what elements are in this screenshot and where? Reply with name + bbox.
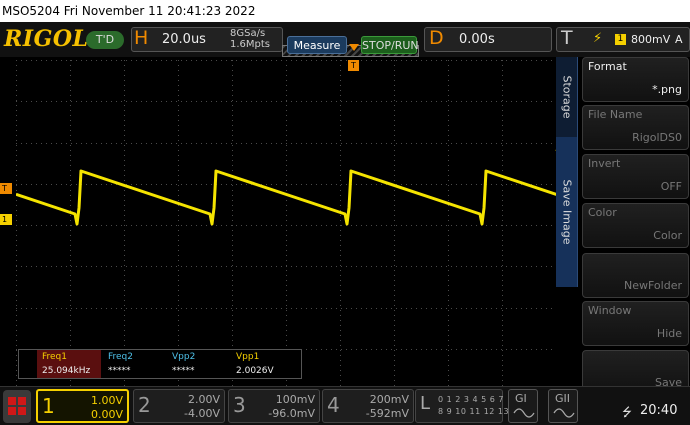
sample-rate: 8GSa/s [230,28,266,39]
clock: 20:40 [640,403,678,418]
tab-storage[interactable]: Storage [556,57,578,137]
measurement-label: Vpp1 [236,352,260,362]
trigger-label: T [561,27,573,49]
channel-2-scale: 2.00V [187,393,220,406]
trigger-time-marker[interactable]: T [348,60,359,71]
apps-icon[interactable] [3,390,31,423]
measurement-value: ***** [172,366,195,376]
tab-save-image[interactable]: Save Image [556,137,578,287]
menu-item-label: Format [588,60,627,73]
horizontal-scale-value: 20.0us [162,32,206,47]
measurement-label: Freq1 [42,352,68,362]
generator-2-button[interactable]: GII [548,389,578,423]
menu-item-window[interactable]: Window Hide [582,301,689,346]
menu-item-value: OFF [660,180,682,193]
top-toolbar: RIGOL T'D H 20.0us 8GSa/s 1.6Mpts Measur… [0,22,690,57]
measurement-label: Freq2 [108,352,134,362]
menu-item-format[interactable]: Format *.png [582,57,689,102]
menu-tabs: Storage Save Image [556,57,578,392]
channel-3-offset: -96.0mV [268,407,315,420]
trigger-position-marker-icon [349,44,359,51]
channel-2-number: 2 [138,393,151,417]
menu-item-file-name[interactable]: File Name RigolDS0 [582,105,689,150]
measurement-vpp1: Vpp1 2.0026V [231,350,295,378]
channel-3-control[interactable]: 3 100mV -96.0mV [228,389,320,423]
channel-1-offset: 0.00V [90,408,123,421]
menu-item-label: File Name [588,108,643,121]
menu-item-new-folder[interactable]: NewFolder [582,253,689,298]
measure-button[interactable]: Measure [287,36,347,54]
menu-item-value: NewFolder [624,279,682,292]
channel-3-number: 3 [233,393,246,417]
generator-2-label: GII [555,392,571,405]
trigger-source: 1 [615,34,626,45]
menu-item-color[interactable]: Color Color [582,203,689,248]
channel-1-offset-marker[interactable]: 1 [0,214,12,225]
rising-edge-icon: ⚡ [593,31,603,46]
measurement-freq1: Freq1 25.094kHz [37,350,101,378]
channel-4-scale: 200mV [369,393,409,406]
bottom-toolbar: 1 1.00V 0.00V 2 2.00V -4.00V 3 100mV -96… [0,386,690,425]
delay-label: D [429,27,444,49]
channel-2-offset: -4.00V [184,407,220,420]
channel-1-scale: 1.00V [90,394,123,407]
measurement-table: Freq1 25.094kHz Freq2 ***** Vpp2 ***** V… [18,349,302,379]
rigol-logo: RIGOL [4,26,89,52]
logic-channels-row1: 0 1 2 3 4 5 6 7 [438,395,505,404]
measurement-value: ***** [108,366,131,376]
trigger-control[interactable]: T ⚡ 1 800mV A [556,27,690,52]
sine-wave-icon [513,408,535,418]
menu-item-value: RigolDS0 [632,131,682,144]
window-title: MSO5204 Fri November 11 20:41:23 2022 [0,0,690,22]
tab-storage-label: Storage [560,75,573,119]
generator-1-button[interactable]: GI [508,389,538,423]
measurement-freq2: Freq2 ***** [103,350,167,378]
menu-item-invert[interactable]: Invert OFF [582,154,689,199]
logic-label: L [420,393,431,414]
channel-4-offset: -592mV [365,407,409,420]
menu-item-value: Hide [656,327,682,340]
sine-wave-icon [553,408,575,418]
menu-item-value: Color [653,229,682,242]
generator-1-label: GI [515,392,527,405]
waveform-display[interactable] [16,60,556,390]
trigger-level: 800mV [631,33,671,46]
menu-item-label: Color [588,206,617,219]
trigger-level-marker[interactable]: T [0,183,12,194]
measurement-value: 25.094kHz [42,366,91,376]
channel-1-number: 1 [42,394,55,418]
measurement-vpp2: Vpp2 ***** [167,350,231,378]
channel-1-control[interactable]: 1 1.00V 0.00V [36,389,129,423]
measurement-value: 2.0026V [236,366,274,376]
trigger-status-badge: T'D [86,31,124,49]
menu-item-label: Invert [588,157,621,170]
logic-analyzer-control[interactable]: L 0 1 2 3 4 5 6 7 8 9 10 11 12 13 14 15 [415,389,537,423]
delay-value: 0.00s [459,32,495,47]
measurement-label: Vpp2 [172,352,196,362]
menu-item-value: *.png [652,83,682,96]
channel-2-control[interactable]: 2 2.00V -4.00V [133,389,225,423]
memory-depth: 1.6Mpts [230,39,271,50]
horizontal-label: H [134,27,149,49]
save-image-menu: Format *.png File Name RigolDS0 Invert O… [578,57,690,395]
trigger-mode: A [675,33,683,46]
channel-4-control[interactable]: 4 200mV -592mV [322,389,414,423]
channel-3-scale: 100mV [275,393,315,406]
delay-control[interactable]: D 0.00s [424,27,552,52]
stop-run-button[interactable]: STOP/RUN [361,36,419,54]
tab-save-image-label: Save Image [560,179,573,245]
channel-4-number: 4 [327,393,340,417]
usb-icon: ⭍ [622,405,632,419]
menu-item-label: Window [588,304,632,317]
